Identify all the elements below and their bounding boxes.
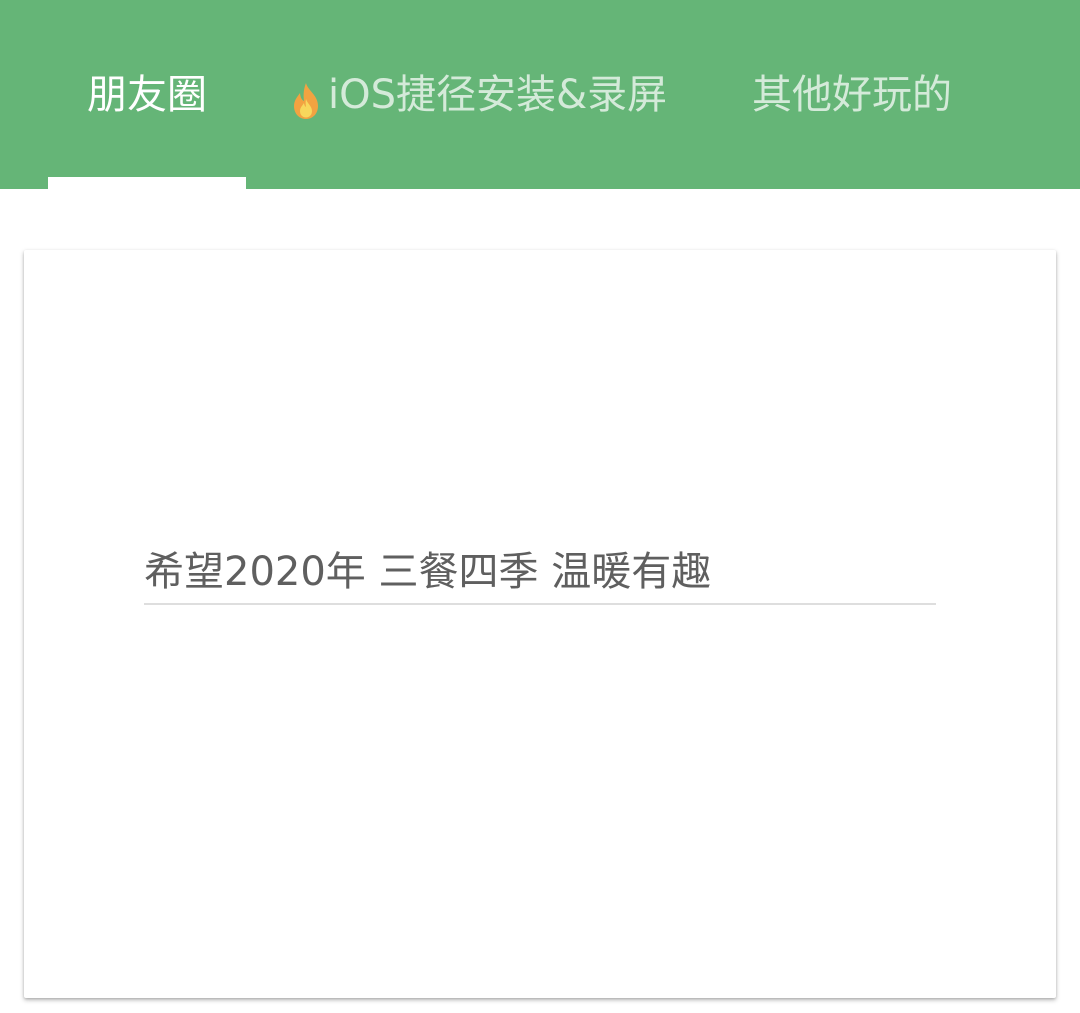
tab-ios-shortcuts-label: iOS捷径安装&录屏	[328, 71, 668, 118]
tab-ios-shortcuts[interactable]: iOS捷径安装&录屏	[288, 0, 698, 189]
tab-moments-label: 朋友圈	[87, 71, 207, 118]
fire-icon	[288, 81, 324, 121]
tab-other-fun-label: 其他好玩的	[752, 71, 952, 118]
input-underline	[144, 603, 936, 605]
text-field	[144, 535, 936, 605]
greeting-input[interactable]	[144, 535, 936, 601]
active-tab-indicator	[48, 177, 246, 189]
tab-moments[interactable]: 朋友圈	[48, 0, 246, 189]
tab-other-fun[interactable]: 其他好玩的	[752, 0, 982, 189]
tab-bar: 朋友圈 iOS捷径安装&录屏 其他好玩的	[0, 0, 1080, 189]
content-card	[24, 250, 1056, 998]
